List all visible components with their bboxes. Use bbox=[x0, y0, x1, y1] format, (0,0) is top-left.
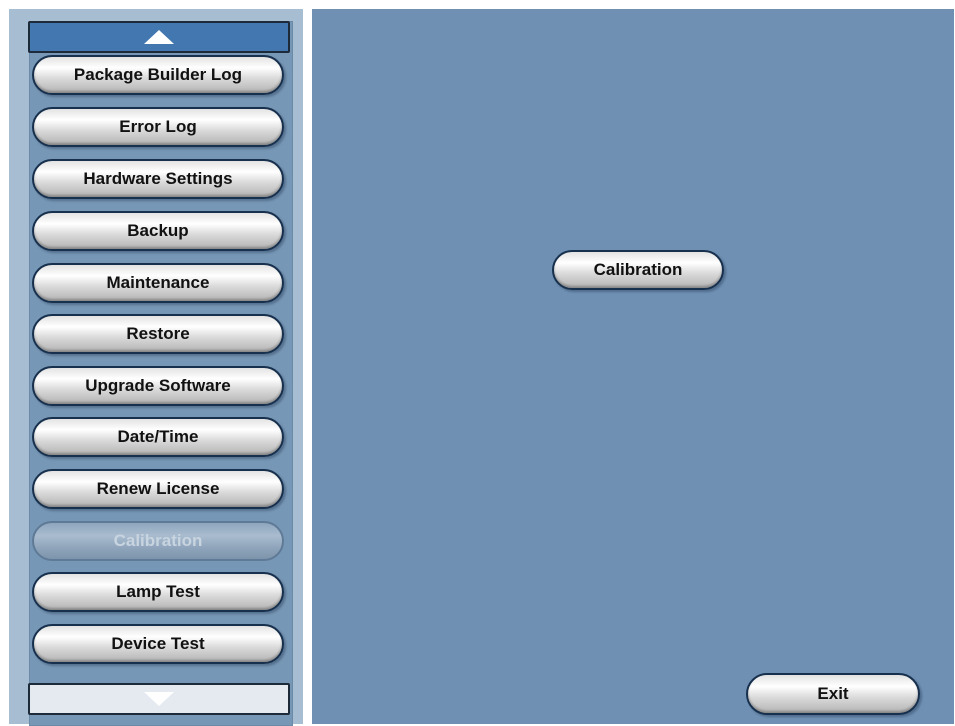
sidebar-item-calibration: Calibration bbox=[32, 521, 284, 561]
sidebar-item-backup[interactable]: Backup bbox=[32, 211, 284, 251]
scroll-down-button[interactable] bbox=[28, 683, 290, 715]
scroll-up-button[interactable] bbox=[28, 21, 290, 53]
sidebar-item-renew-license[interactable]: Renew License bbox=[32, 469, 284, 509]
sidebar-item-device-test[interactable]: Device Test bbox=[32, 624, 284, 664]
sidebar-item-error-log[interactable]: Error Log bbox=[32, 107, 284, 147]
triangle-down-icon bbox=[144, 692, 174, 706]
main-panel bbox=[312, 9, 954, 724]
sidebar-item-hardware-settings[interactable]: Hardware Settings bbox=[32, 159, 284, 199]
sidebar-item-lamp-test[interactable]: Lamp Test bbox=[32, 572, 284, 612]
sidebar-item-restore[interactable]: Restore bbox=[32, 314, 284, 354]
sidebar-item-package-builder-log[interactable]: Package Builder Log bbox=[32, 55, 284, 95]
sidebar-item-date-time[interactable]: Date/Time bbox=[32, 417, 284, 457]
exit-button[interactable]: Exit bbox=[746, 673, 920, 715]
triangle-up-icon bbox=[144, 30, 174, 44]
sidebar-item-maintenance[interactable]: Maintenance bbox=[32, 263, 284, 303]
calibration-button[interactable]: Calibration bbox=[552, 250, 724, 290]
sidebar-item-upgrade-software[interactable]: Upgrade Software bbox=[32, 366, 284, 406]
